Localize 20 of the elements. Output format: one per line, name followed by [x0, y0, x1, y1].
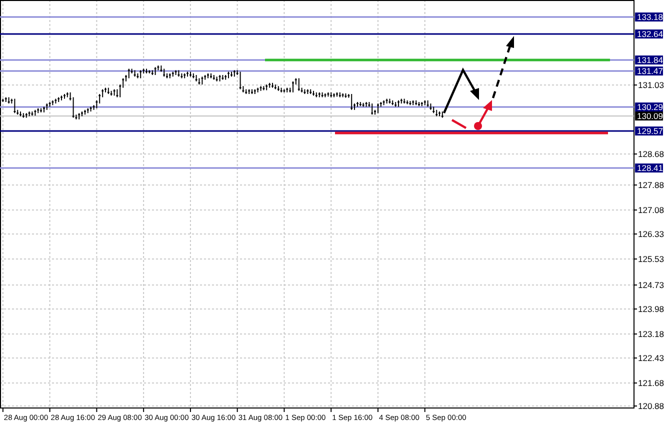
- price-axis-label: 131.03: [638, 80, 664, 90]
- level-price-label: 131.47: [635, 66, 663, 76]
- price-axis-label: 126.33: [638, 229, 664, 239]
- level-price-label: 129.57: [635, 126, 663, 136]
- price-axis-label: 127.08: [638, 205, 664, 215]
- price-axis-label: 128.68: [638, 149, 664, 159]
- price-axis-label: 120.88: [638, 401, 664, 411]
- price-axis-label: 121.68: [638, 378, 664, 388]
- price-axis-label: 125.53: [638, 254, 664, 264]
- level-price-label: 128.41: [635, 163, 663, 173]
- price-axis-label: 123.18: [638, 329, 664, 339]
- price-axis-label: 123.98: [638, 304, 664, 314]
- level-price-label: 132.64: [635, 29, 663, 39]
- price-axis-label: 127.88: [638, 180, 664, 190]
- level-price-label: 131.84: [635, 55, 663, 65]
- level-price-label: 130.09: [635, 111, 663, 121]
- level-price-label: 133.18: [635, 12, 663, 22]
- price-axis-label: 122.43: [638, 353, 664, 363]
- price-axis-label: 124.73: [638, 280, 664, 290]
- level-price-label: 130.29: [635, 102, 663, 112]
